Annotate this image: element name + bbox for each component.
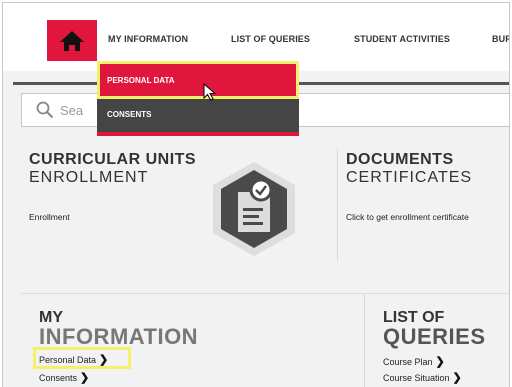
enrollment-link[interactable]: Enrollment: [29, 212, 70, 222]
home-button[interactable]: [47, 20, 97, 61]
card-subtitle: ENROLLMENT: [29, 169, 149, 186]
menu-item-consents[interactable]: CONSENTS: [97, 99, 299, 132]
my-information-dropdown: PERSONAL DATA CONSENTS: [97, 61, 299, 136]
chevron-right-icon: ❯: [452, 372, 462, 384]
bottom-divider: [364, 294, 365, 387]
menu-highlight-box: [97, 61, 299, 99]
nav-my-information[interactable]: MY INFORMATION: [108, 34, 188, 44]
menu-bottom-accent: [97, 132, 299, 136]
nav-more-item[interactable]: BUR: [492, 34, 509, 44]
certificate-badge-icon: [213, 162, 295, 256]
certificate-link[interactable]: Click to get enrollment certificate: [346, 212, 469, 222]
app-window: MY INFORMATION LIST OF QUERIES STUDENT A…: [2, 2, 510, 387]
chevron-right-icon: ❯: [80, 372, 90, 384]
search-input[interactable]: Sea: [60, 103, 83, 118]
list-of-queries-heading-line2: QUERIES: [383, 324, 486, 349]
card-subtitle: CERTIFICATES: [346, 169, 473, 186]
nav-list-of-queries[interactable]: LIST OF QUERIES: [231, 34, 310, 44]
mouse-pointer-icon: [203, 83, 217, 101]
card-title: CURRICULAR UNITS: [29, 151, 197, 168]
consents-link[interactable]: Consents ❯: [39, 371, 89, 384]
nav-student-activities[interactable]: STUDENT ACTIVITIES: [354, 34, 450, 44]
consents-label: Consents: [39, 372, 78, 383]
chevron-right-icon: ❯: [435, 356, 445, 368]
search-icon: [36, 101, 54, 119]
card-title: DOCUMENTS: [346, 151, 454, 168]
section-divider: [21, 293, 509, 294]
course-plan-label: Course Plan: [383, 356, 433, 367]
course-situation-label: Course Situation: [383, 372, 450, 383]
home-icon: [60, 30, 84, 51]
personal-data-highlight: [33, 347, 131, 369]
course-situation-link[interactable]: Course Situation ❯: [383, 371, 462, 384]
course-plan-link[interactable]: Course Plan ❯: [383, 355, 445, 368]
card-divider: [337, 149, 338, 261]
menu-item-label: CONSENTS: [107, 110, 152, 119]
